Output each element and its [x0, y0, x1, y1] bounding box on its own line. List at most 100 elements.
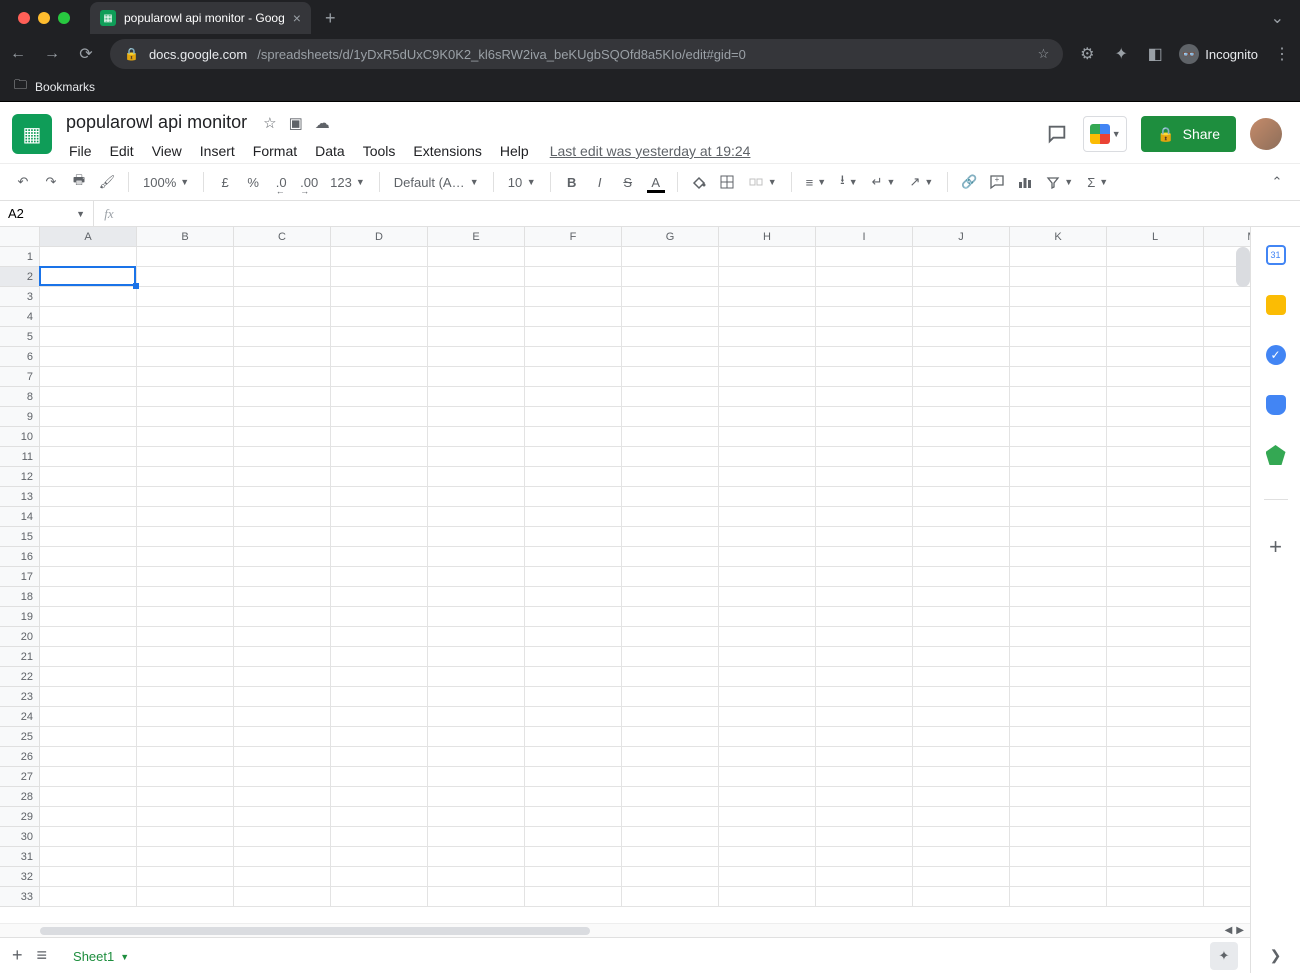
cell[interactable]	[428, 527, 525, 547]
incognito-badge[interactable]: 👓 Incognito	[1179, 44, 1258, 64]
cell[interactable]	[1010, 707, 1107, 727]
cell[interactable]	[428, 587, 525, 607]
cell[interactable]	[525, 547, 622, 567]
cell[interactable]	[913, 287, 1010, 307]
cell[interactable]	[719, 887, 816, 907]
cell[interactable]	[913, 807, 1010, 827]
cell[interactable]	[622, 687, 719, 707]
cell[interactable]	[719, 727, 816, 747]
cell[interactable]	[816, 727, 913, 747]
cell[interactable]	[1204, 367, 1250, 387]
cell[interactable]	[234, 367, 331, 387]
cell[interactable]	[1204, 587, 1250, 607]
selection-handle[interactable]	[133, 283, 139, 289]
cell[interactable]	[137, 747, 234, 767]
cell[interactable]	[137, 527, 234, 547]
cell[interactable]	[137, 707, 234, 727]
formula-input[interactable]	[124, 201, 1300, 226]
cell[interactable]	[137, 447, 234, 467]
cell[interactable]	[719, 287, 816, 307]
column-header[interactable]: C	[234, 227, 331, 247]
number-format-dropdown[interactable]: 123▼	[324, 175, 371, 190]
cell[interactable]	[1107, 507, 1204, 527]
cell[interactable]	[137, 547, 234, 567]
zoom-dropdown[interactable]: 100%▼	[137, 175, 195, 190]
cell[interactable]	[622, 247, 719, 267]
cell[interactable]	[1204, 307, 1250, 327]
column-header[interactable]: L	[1107, 227, 1204, 247]
cell[interactable]	[622, 887, 719, 907]
cell[interactable]	[1107, 347, 1204, 367]
cell[interactable]	[525, 507, 622, 527]
cell[interactable]	[816, 627, 913, 647]
cell[interactable]	[719, 847, 816, 867]
cell[interactable]	[622, 527, 719, 547]
cell[interactable]	[1107, 627, 1204, 647]
cell[interactable]	[1107, 407, 1204, 427]
cell[interactable]	[816, 887, 913, 907]
cell[interactable]	[137, 887, 234, 907]
cell[interactable]	[525, 647, 622, 667]
cell[interactable]	[428, 567, 525, 587]
cell[interactable]	[913, 687, 1010, 707]
document-title[interactable]: popularowl api monitor	[62, 110, 251, 135]
cell[interactable]	[525, 847, 622, 867]
cell[interactable]	[816, 267, 913, 287]
cell[interactable]	[525, 667, 622, 687]
cell[interactable]	[622, 347, 719, 367]
cell[interactable]	[1010, 767, 1107, 787]
horizontal-scrollbar[interactable]	[40, 927, 590, 935]
extension-icon[interactable]: ⚙	[1077, 44, 1097, 64]
cell[interactable]	[428, 267, 525, 287]
bookmark-star-icon[interactable]: ☆	[1038, 46, 1050, 62]
row-header[interactable]: 22	[0, 667, 40, 687]
cell[interactable]	[331, 627, 428, 647]
cell[interactable]	[719, 347, 816, 367]
cell[interactable]	[913, 387, 1010, 407]
cell[interactable]	[525, 347, 622, 367]
cell[interactable]	[1107, 587, 1204, 607]
name-box[interactable]: A2 ▼	[0, 201, 94, 226]
cell[interactable]	[1107, 707, 1204, 727]
keep-icon[interactable]	[1266, 295, 1286, 315]
menu-view[interactable]: View	[145, 139, 189, 163]
cell[interactable]	[40, 507, 137, 527]
cell[interactable]	[816, 707, 913, 727]
cell[interactable]	[1204, 747, 1250, 767]
cell[interactable]	[1107, 647, 1204, 667]
cell[interactable]	[525, 287, 622, 307]
currency-button[interactable]: £	[212, 168, 238, 196]
cell[interactable]	[525, 307, 622, 327]
cell[interactable]	[719, 647, 816, 667]
redo-button[interactable]: ↷	[38, 168, 64, 196]
cell[interactable]	[1107, 447, 1204, 467]
cell[interactable]	[234, 667, 331, 687]
cell[interactable]	[816, 847, 913, 867]
cell[interactable]	[525, 807, 622, 827]
cell[interactable]	[525, 367, 622, 387]
cell[interactable]	[913, 627, 1010, 647]
cell[interactable]	[816, 647, 913, 667]
cell[interactable]	[40, 487, 137, 507]
cell[interactable]	[1010, 687, 1107, 707]
column-header[interactable]: F	[525, 227, 622, 247]
cell[interactable]	[137, 347, 234, 367]
cell[interactable]	[40, 407, 137, 427]
text-wrap-button[interactable]: ↵▼	[866, 174, 902, 190]
cell[interactable]	[913, 487, 1010, 507]
cell[interactable]	[40, 387, 137, 407]
column-header[interactable]: E	[428, 227, 525, 247]
cell[interactable]	[234, 627, 331, 647]
cell[interactable]	[1204, 467, 1250, 487]
row-header[interactable]: 18	[0, 587, 40, 607]
cell[interactable]	[816, 547, 913, 567]
cell[interactable]	[137, 687, 234, 707]
cell[interactable]	[137, 247, 234, 267]
scroll-left-icon[interactable]: ◀	[1225, 925, 1233, 936]
cell[interactable]	[913, 427, 1010, 447]
cell[interactable]	[913, 327, 1010, 347]
browser-menu-icon[interactable]: ⋮	[1272, 44, 1292, 64]
italic-button[interactable]: I	[587, 168, 613, 196]
cell[interactable]	[234, 547, 331, 567]
sheet-tab[interactable]: Sheet1 ▼	[61, 938, 141, 974]
